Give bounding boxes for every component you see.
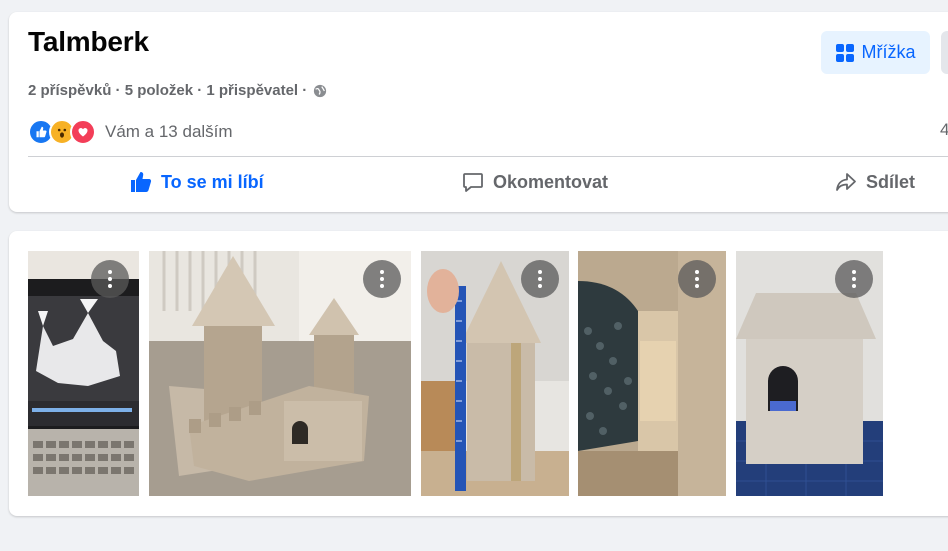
- grid-view-button[interactable]: Mřížka: [821, 31, 930, 74]
- comment-count[interactable]: 4: [940, 120, 948, 140]
- comment-label: Okomentovat: [493, 171, 609, 192]
- album-header-card: Talmberk 2 příspěvků · 5 položek · 1 při…: [9, 12, 948, 212]
- divider: [28, 156, 948, 157]
- reactions-summary[interactable]: Vám a 13 dalším: [28, 119, 233, 145]
- comment-button[interactable]: Okomentovat: [461, 167, 608, 197]
- photo-options-button[interactable]: [363, 260, 401, 298]
- thumbs-up-icon: [131, 172, 152, 192]
- like-label: To se mi líbí: [161, 171, 264, 192]
- photo-options-button[interactable]: [521, 260, 559, 298]
- album-meta-text: 2 příspěvků · 5 položek · 1 přispěvatel …: [28, 82, 308, 99]
- album-title: Talmberk: [28, 26, 149, 57]
- photo-castle-model-wide[interactable]: [149, 251, 411, 496]
- photo-options-button[interactable]: [835, 260, 873, 298]
- share-icon: [836, 173, 856, 191]
- love-reaction-icon: [70, 119, 96, 145]
- like-button[interactable]: To se mi líbí: [129, 167, 264, 197]
- share-button[interactable]: Sdílet: [834, 167, 915, 197]
- photo-3d-model-laptop[interactable]: [28, 251, 139, 496]
- photo-tower-with-ruler[interactable]: [421, 251, 569, 496]
- photo-gate-tunnel[interactable]: [578, 251, 726, 496]
- reactions-text: Vám a 13 dalším: [105, 122, 233, 141]
- comment-icon: [463, 173, 483, 192]
- grid-icon: [835, 43, 854, 62]
- grid-view-label: Mřížka: [861, 42, 916, 62]
- photo-house-model[interactable]: [736, 251, 883, 496]
- globe-icon[interactable]: [313, 84, 327, 98]
- album-meta: 2 příspěvků · 5 položek · 1 přispěvatel …: [28, 82, 327, 99]
- share-label: Sdílet: [866, 171, 916, 192]
- photo-options-button[interactable]: [678, 260, 716, 298]
- photo-options-button[interactable]: [91, 260, 129, 298]
- photos-grid-card: [9, 231, 948, 516]
- more-options-button[interactable]: [941, 31, 948, 74]
